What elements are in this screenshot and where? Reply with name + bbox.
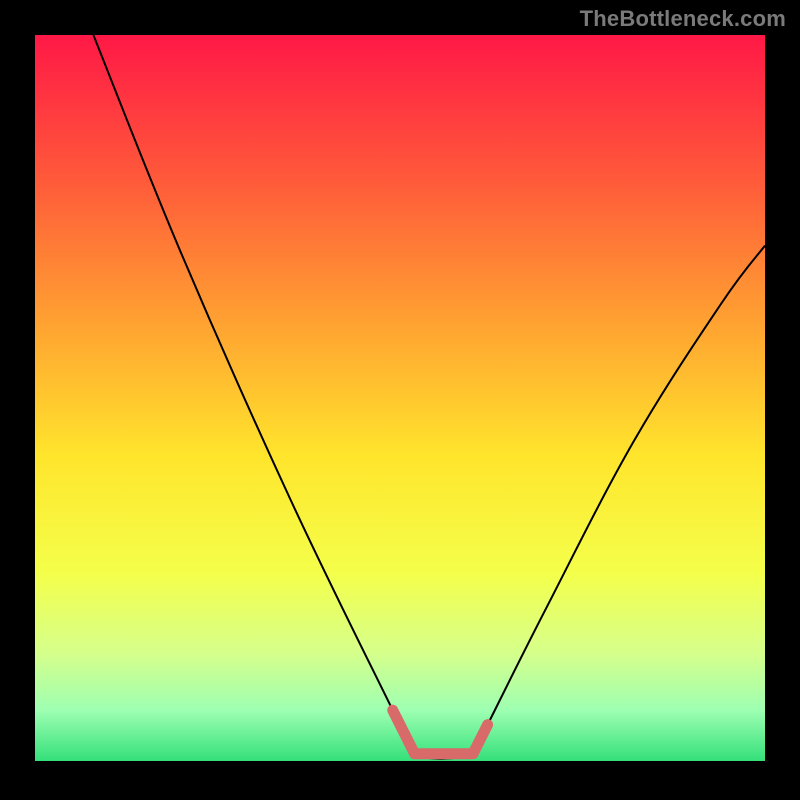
watermark-text: TheBottleneck.com [580,6,786,32]
chart-stage: TheBottleneck.com [0,0,800,800]
plot-background [35,35,765,761]
chart-svg [0,0,800,800]
